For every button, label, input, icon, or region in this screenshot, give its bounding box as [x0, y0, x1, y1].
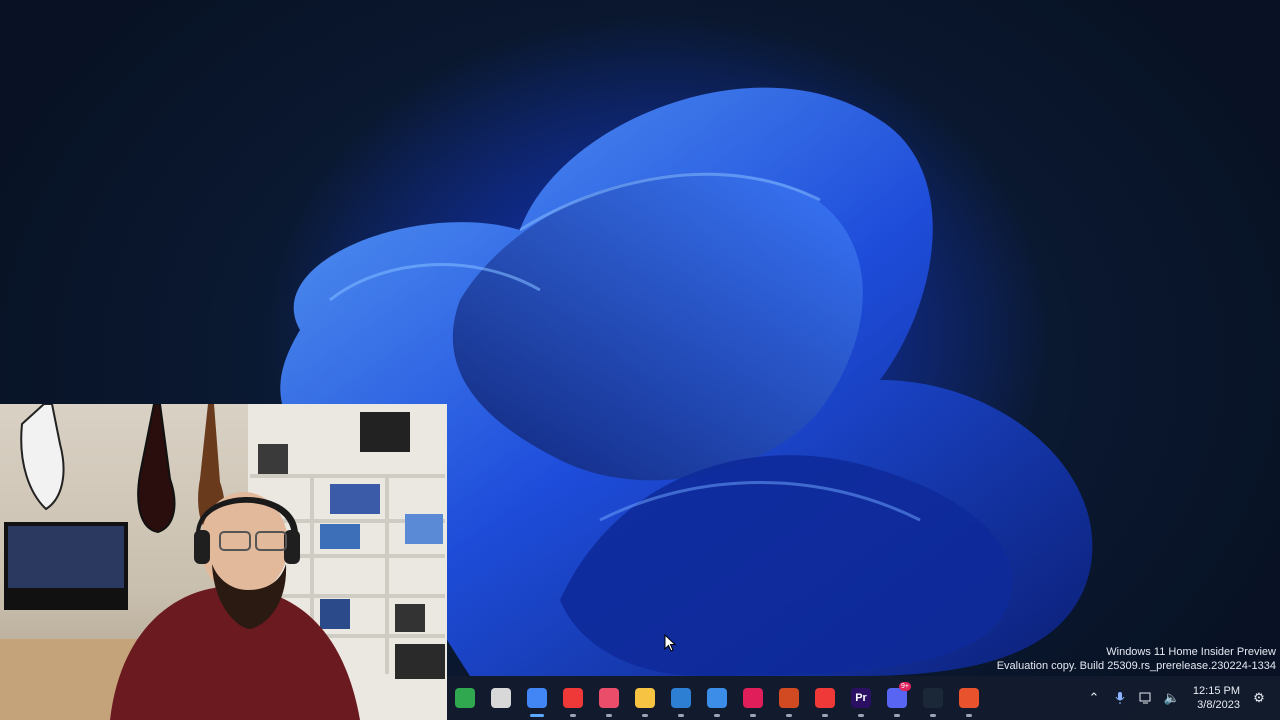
vivaldi-icon — [815, 688, 835, 708]
taskbar-blue-app-button[interactable] — [663, 676, 699, 720]
running-indicator — [822, 714, 828, 717]
blue-icon — [671, 688, 691, 708]
running-indicator — [858, 714, 864, 717]
taskbar-apps: Pr 9+ — [447, 676, 987, 720]
running-indicator — [606, 714, 612, 717]
chrome-icon — [527, 688, 547, 708]
running-indicator — [894, 714, 900, 717]
watermark-build: Evaluation copy. Build 25309.rs_prerelea… — [996, 660, 1276, 672]
webcam-overlay — [0, 404, 447, 720]
network-icon[interactable] — [1133, 676, 1159, 720]
running-indicator — [714, 714, 720, 717]
task-view-icon — [491, 688, 511, 708]
running-indicator — [786, 714, 792, 717]
windows-watermark: Windows 11 Home Insider Preview Evaluati… — [997, 645, 1276, 673]
system-tray: ⌃ 🔈 12:15 PM 3/8/2023 ⚙ — [1081, 676, 1280, 720]
running-indicator — [966, 714, 972, 717]
taskbar-todo-button[interactable] — [699, 676, 735, 720]
taskbar-premiere-button[interactable]: Pr — [843, 676, 879, 720]
steam-icon — [923, 688, 943, 708]
taskbar-widgets-button[interactable] — [447, 676, 483, 720]
watermark-edition: Windows 11 Home Insider Preview — [1106, 646, 1276, 658]
taskbar-app-orange-button[interactable] — [951, 676, 987, 720]
microphone-icon[interactable] — [1107, 676, 1133, 720]
clock[interactable]: 12:15 PM 3/8/2023 — [1185, 684, 1246, 712]
notifications-icon[interactable]: ⚙ — [1246, 676, 1272, 720]
taskbar-snipping-tool-button[interactable] — [591, 676, 627, 720]
check-icon — [707, 688, 727, 708]
taskbar-steam-button[interactable] — [915, 676, 951, 720]
taskbar-task-view-button[interactable] — [483, 676, 519, 720]
widgets-icon — [455, 688, 475, 708]
running-indicator — [530, 714, 544, 717]
running-indicator — [642, 714, 648, 717]
taskbar-vivaldi-button[interactable] — [555, 676, 591, 720]
snip-icon — [599, 688, 619, 708]
mouse-cursor-icon — [664, 634, 676, 652]
taskbar-obs-button[interactable] — [771, 676, 807, 720]
clock-time: 12:15 PM — [1192, 685, 1240, 697]
notification-badge: 9+ — [899, 682, 911, 691]
taskbar: Pr 9+ ⌃ 🔈 12:15 PM 3/8/2023 ⚙ — [447, 676, 1280, 720]
orange-app-icon — [959, 688, 979, 708]
folder-icon — [635, 688, 655, 708]
taskbar-file-explorer-button[interactable] — [627, 676, 663, 720]
running-indicator — [930, 714, 936, 717]
taskbar-vivaldi-2-button[interactable] — [807, 676, 843, 720]
record-icon — [779, 688, 799, 708]
taskbar-slack-button[interactable] — [735, 676, 771, 720]
taskbar-chrome-button[interactable] — [519, 676, 555, 720]
running-indicator — [678, 714, 684, 717]
show-hidden-icons-chevron-icon[interactable]: ⌃ — [1081, 676, 1107, 720]
vivaldi-icon — [563, 688, 583, 708]
running-indicator — [750, 714, 756, 717]
premiere-icon: Pr — [851, 688, 871, 708]
volume-icon[interactable]: 🔈 — [1159, 676, 1185, 720]
discord-icon — [887, 688, 907, 708]
slack-icon — [743, 688, 763, 708]
webcam-scene — [0, 404, 447, 720]
taskbar-discord-button[interactable]: 9+ — [879, 676, 915, 720]
running-indicator — [570, 714, 576, 717]
clock-date: 3/8/2023 — [1197, 699, 1240, 711]
